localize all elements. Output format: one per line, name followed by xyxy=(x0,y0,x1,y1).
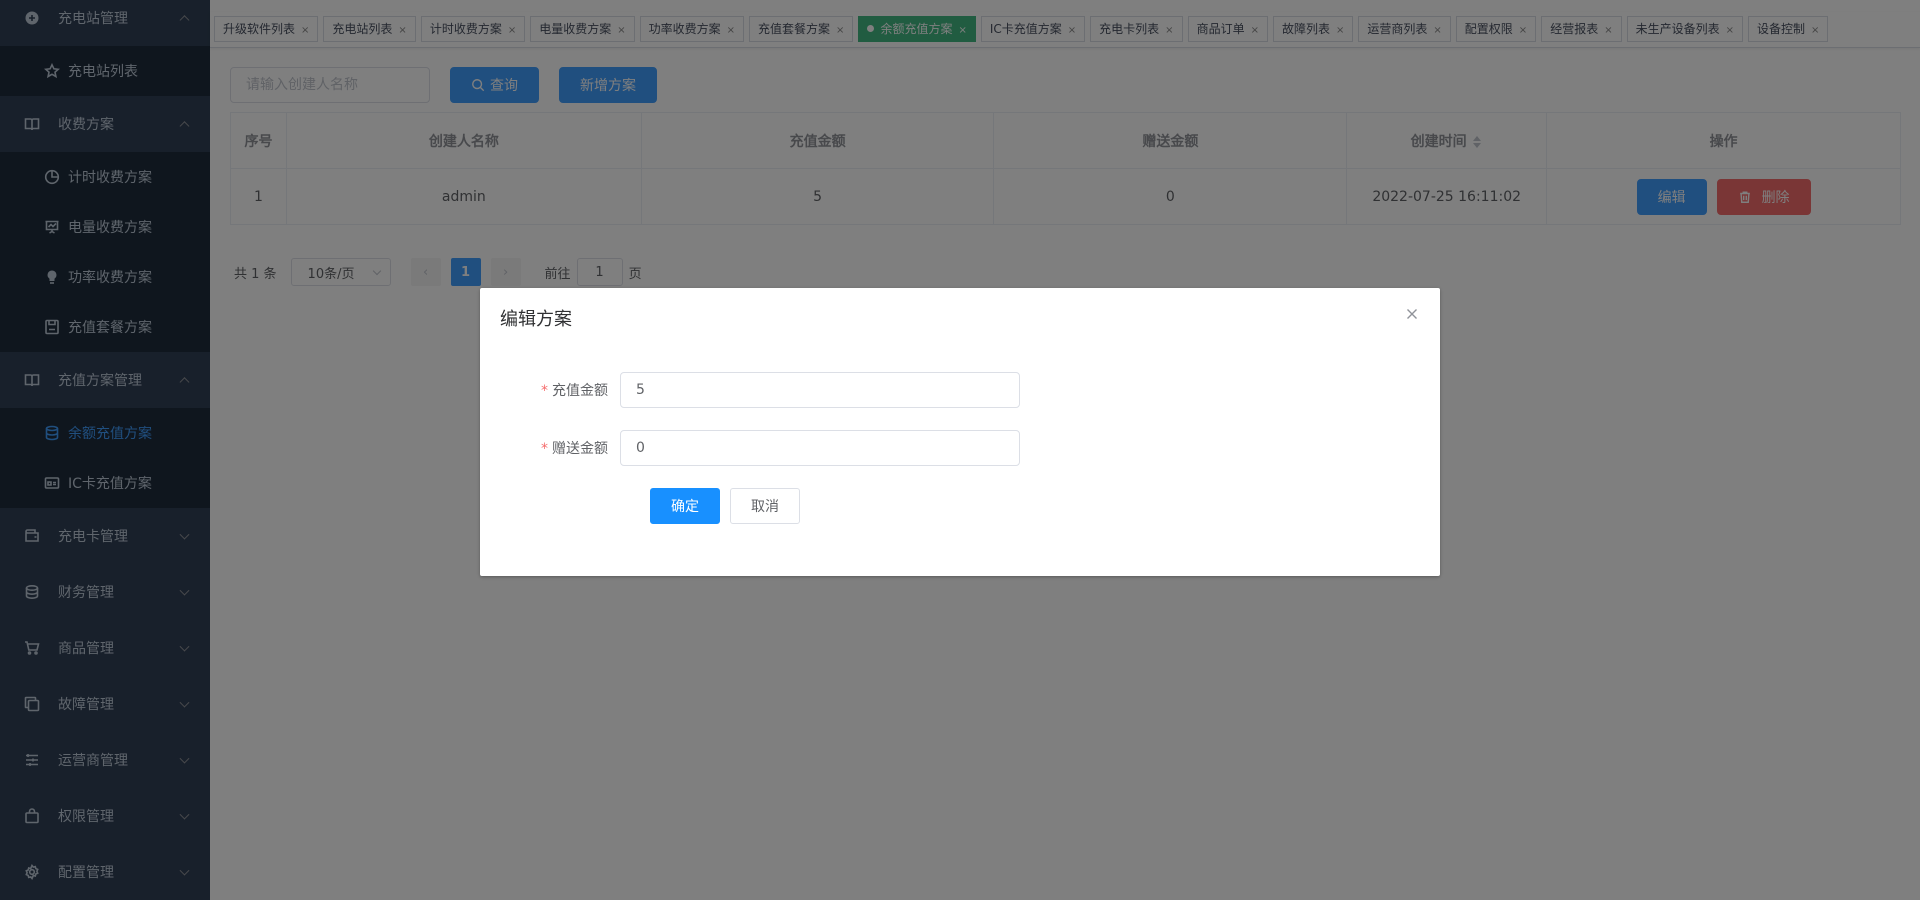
form-label: * 赠送金额 xyxy=(541,441,608,457)
close-icon[interactable] xyxy=(1404,306,1420,322)
confirm-button[interactable]: 确定 xyxy=(650,488,720,524)
form-row-amount: * 充值金额 xyxy=(500,372,1020,408)
form-label: * 充值金额 xyxy=(541,383,608,399)
dialog-title: 编辑方案 xyxy=(500,309,572,330)
edit-plan-dialog: 编辑方案 *充值金额 *赠送金额 确定 取消 xyxy=(480,288,1440,576)
bonus-field[interactable] xyxy=(620,430,1020,466)
amount-field[interactable] xyxy=(620,372,1020,408)
form-row-bonus: * 赠送金额 xyxy=(500,430,1020,466)
cancel-button[interactable]: 取消 xyxy=(730,488,800,524)
